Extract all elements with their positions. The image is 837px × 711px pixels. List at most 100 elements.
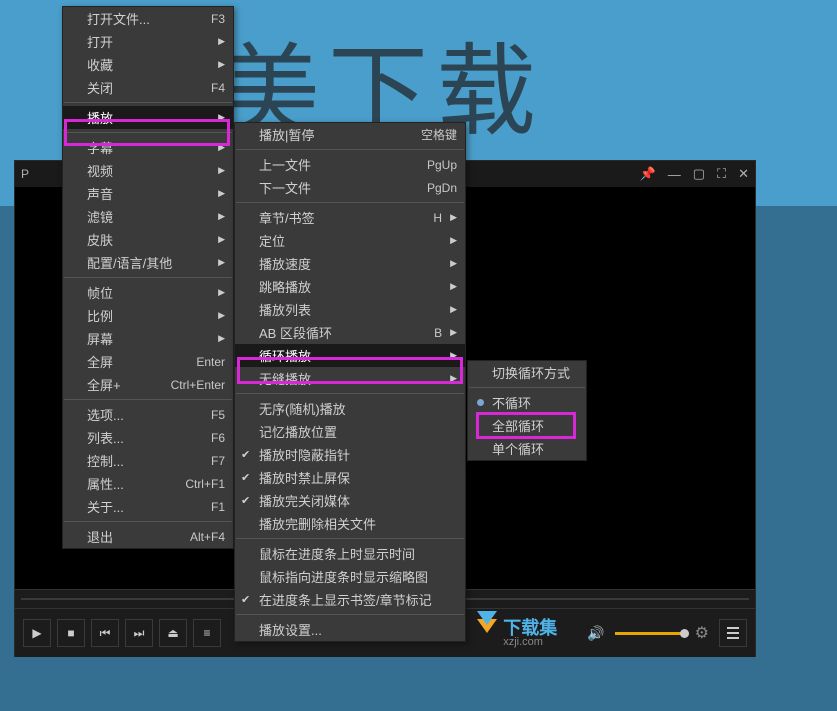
menu-item[interactable]: 记忆播放位置 [235, 420, 465, 443]
submenu-arrow-icon: ▶ [192, 287, 225, 298]
eject-button[interactable]: ⏏ [159, 619, 187, 647]
menu-item-label: 记忆播放位置 [259, 422, 337, 441]
menu-item[interactable]: 全屏Enter [63, 350, 233, 373]
menu-item[interactable]: 全部循环 [468, 414, 586, 437]
menu-item[interactable]: ✔在进度条上显示书签/章节标记 [235, 588, 465, 611]
menu-item[interactable]: 比例 ▶ [63, 304, 233, 327]
play-button[interactable]: ▶ [23, 619, 51, 647]
menu-item-label: 列表... [87, 428, 124, 447]
settings-icon[interactable]: ⚙ [695, 623, 709, 643]
maximize-icon[interactable]: ▢ [693, 166, 705, 182]
menu-item[interactable]: 打开文件... F3 [63, 7, 233, 30]
menu-item[interactable]: 播放▶ [63, 106, 233, 129]
menu-item[interactable]: 鼠标指向进度条时显示缩略图 [235, 565, 465, 588]
menu-item[interactable]: 无序(随机)播放 [235, 397, 465, 420]
menu-item[interactable]: 皮肤 ▶ [63, 228, 233, 251]
menu-item-label: 章节/书签 [259, 208, 315, 227]
menu-item-label: 视频 [87, 161, 113, 180]
menu-item[interactable]: 无缝播放▶ [235, 367, 465, 390]
menu-item[interactable]: 不循环 [468, 391, 586, 414]
menu-item[interactable]: 关于...F1 [63, 495, 233, 518]
menu-item-label: 无缝播放 [259, 369, 311, 388]
menu-item[interactable]: 收藏 ▶ [63, 53, 233, 76]
menu-item-label: 播放时禁止屏保 [259, 468, 350, 487]
menu-item[interactable]: 选项...F5 [63, 403, 233, 426]
menu-shortcut: H [407, 211, 442, 225]
menu-item[interactable]: 全屏+Ctrl+Enter [63, 373, 233, 396]
menu-separator [64, 521, 232, 522]
pin-icon[interactable]: 📌 [640, 166, 656, 182]
check-icon: ✔ [241, 471, 250, 484]
context-menu-main: 打开文件...F3打开▶收藏▶关闭F4播放▶字幕▶视频▶声音▶滤镜▶皮肤▶配置/… [62, 6, 234, 549]
menu-item[interactable]: 下一文件PgDn [235, 176, 465, 199]
next-button[interactable]: ⏭ [125, 619, 153, 647]
close-icon[interactable]: ✕ [738, 166, 749, 182]
submenu-arrow-icon: ▶ [192, 59, 225, 70]
menu-item[interactable]: 视频 ▶ [63, 159, 233, 182]
menu-item-label: 播放设置... [259, 620, 322, 639]
volume-icon[interactable]: 🔊 [587, 625, 604, 642]
menu-shortcut: F4 [185, 81, 225, 95]
menu-shortcut: B [408, 326, 442, 340]
menu-item-label: 上一文件 [259, 155, 311, 174]
submenu-arrow-icon: ▶ [192, 310, 225, 321]
menu-item[interactable]: 关闭F4 [63, 76, 233, 99]
submenu-arrow-icon: ▶ [192, 333, 225, 344]
menu-item[interactable]: 退出Alt+F4 [63, 525, 233, 548]
fullscreen-icon[interactable]: ⛶ [717, 166, 726, 182]
menu-item[interactable]: 播放完删除相关文件 [235, 512, 465, 535]
menu-item[interactable]: 帧位 ▶ [63, 281, 233, 304]
menu-separator [236, 202, 464, 203]
menu-item-label: 单个循环 [492, 439, 544, 458]
menu-item[interactable]: 声音▶ [63, 182, 233, 205]
menu-button[interactable] [719, 619, 747, 647]
volume-slider[interactable] [615, 632, 685, 635]
menu-item-label: 关于... [87, 497, 124, 516]
menu-item[interactable]: 字幕▶ [63, 136, 233, 159]
menu-item[interactable]: 打开▶ [63, 30, 233, 53]
submenu-arrow-icon: ▶ [192, 165, 225, 176]
menu-item[interactable]: 屏幕 ▶ [63, 327, 233, 350]
prev-button[interactable]: ⏮ [91, 619, 119, 647]
menu-item[interactable]: 列表...F6 [63, 426, 233, 449]
menu-item[interactable]: AB 区段循环B▶ [235, 321, 465, 344]
menu-item[interactable]: 鼠标在进度条上时显示时间 [235, 542, 465, 565]
menu-separator [64, 102, 232, 103]
menu-item[interactable]: 播放设置... [235, 618, 465, 641]
menu-item-label: 皮肤 [87, 230, 113, 249]
menu-item[interactable]: 跳略播放▶ [235, 275, 465, 298]
menu-item[interactable]: 上一文件 PgUp [235, 153, 465, 176]
menu-separator [236, 393, 464, 394]
menu-item[interactable]: 播放速度▶ [235, 252, 465, 275]
menu-item-label: 无序(随机)播放 [259, 399, 346, 418]
menu-shortcut: F7 [185, 454, 225, 468]
menu-item[interactable]: 播放列表▶ [235, 298, 465, 321]
minimize-icon[interactable]: — [668, 167, 681, 182]
submenu-arrow-icon: ▶ [192, 234, 225, 245]
menu-item[interactable]: 配置/语言/其他▶ [63, 251, 233, 274]
playlist-button[interactable]: ≡ [193, 619, 221, 647]
menu-item[interactable]: 控制...F7 [63, 449, 233, 472]
menu-item[interactable]: 属性...Ctrl+F1 [63, 472, 233, 495]
menu-item[interactable]: ✔ 播放时禁止屏保 [235, 466, 465, 489]
menu-item-label: 打开文件... [87, 9, 150, 28]
menu-item[interactable]: ✔播放时隐蔽指针 [235, 443, 465, 466]
submenu-arrow-icon: ▶ [424, 281, 457, 292]
menu-item-label: 不循环 [492, 393, 531, 412]
menu-item[interactable]: 定位▶ [235, 229, 465, 252]
menu-item[interactable]: 循环播放▶ [235, 344, 465, 367]
menu-shortcut: F3 [185, 12, 225, 26]
menu-item-label: 屏幕 [87, 329, 113, 348]
menu-item[interactable]: 滤镜▶ [63, 205, 233, 228]
menu-item[interactable]: 播放|暂停空格键 [235, 123, 465, 146]
submenu-arrow-icon: ▶ [192, 257, 225, 268]
menu-item-label: 比例 [87, 306, 113, 325]
menu-item-label: 收藏 [87, 55, 113, 74]
menu-item[interactable]: ✔播放完关闭媒体 [235, 489, 465, 512]
stop-button[interactable]: ■ [57, 619, 85, 647]
menu-item[interactable]: 切换循环方式 [468, 361, 586, 384]
menu-item[interactable]: 章节/书签H▶ [235, 206, 465, 229]
menu-shortcut: PgUp [401, 158, 457, 172]
menu-item[interactable]: 单个循环 [468, 437, 586, 460]
menu-item-label: 帧位 [87, 283, 113, 302]
